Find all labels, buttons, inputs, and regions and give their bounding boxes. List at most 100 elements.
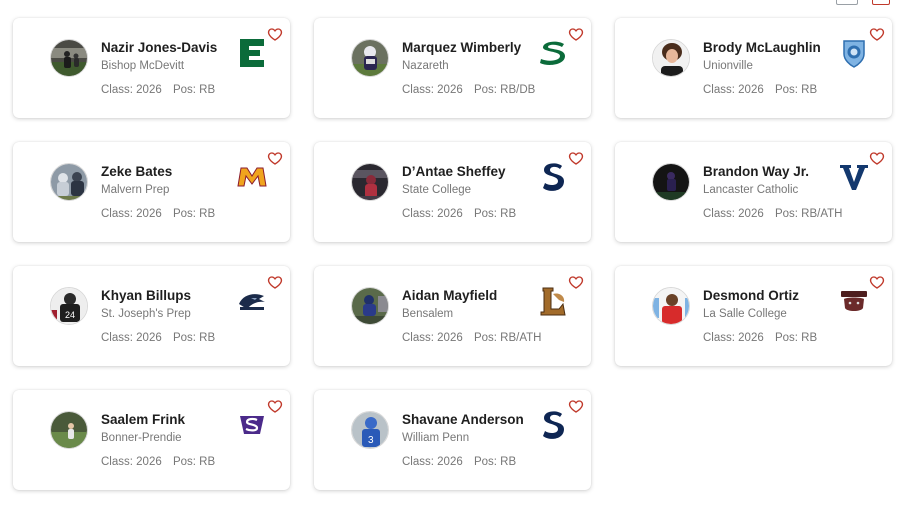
- recruit-card[interactable]: Aidan Mayfield Bensalem Class: 2026 Pos:…: [314, 266, 591, 366]
- heart-icon[interactable]: [568, 26, 584, 42]
- penn-state-s-logo: [536, 160, 570, 194]
- heart-icon[interactable]: [568, 398, 584, 414]
- position-value: RB/DB: [500, 84, 536, 96]
- position-value: RB/ATH: [801, 208, 843, 220]
- position-value: RB: [500, 456, 517, 468]
- recruit-name: Shavane Anderson: [402, 412, 524, 427]
- list-view-icon[interactable]: [836, 0, 858, 5]
- recruit-meta: Class: 2026 Pos: RB/DB: [402, 84, 535, 96]
- recruit-school: Bensalem: [402, 308, 454, 320]
- recruit-school: La Salle College: [703, 308, 787, 320]
- position-value: RB: [199, 332, 216, 344]
- recruit-card[interactable]: Nazir Jones-Davis Bishop McDevitt Class:…: [13, 18, 290, 118]
- position-label: Pos:: [172, 208, 200, 220]
- class-year: 2026: [136, 208, 162, 220]
- avatar: [50, 39, 88, 77]
- recruit-school: Bishop McDevitt: [101, 60, 185, 72]
- position-value: RB: [801, 84, 818, 96]
- position-value: RB: [801, 332, 818, 344]
- position-label: Pos:: [473, 332, 501, 344]
- class-label: Class:: [402, 208, 438, 220]
- recruit-card[interactable]: Zeke Bates Malvern Prep Class: 2026 Pos:…: [13, 142, 290, 242]
- avatar: 3: [351, 411, 389, 449]
- recruit-card[interactable]: Desmond Ortiz La Salle College Class: 20…: [615, 266, 892, 366]
- heart-icon[interactable]: [267, 398, 283, 414]
- recruit-meta: Class: 2026 Pos: RB: [402, 208, 516, 220]
- recruit-meta: Class: 2026 Pos: RB: [101, 84, 215, 96]
- recruit-name: Desmond Ortiz: [703, 288, 800, 303]
- position-label: Pos:: [473, 208, 501, 220]
- recruit-school: William Penn: [402, 432, 470, 444]
- heart-icon[interactable]: [869, 274, 885, 290]
- class-label: Class:: [101, 84, 137, 96]
- position-label: Pos:: [774, 332, 802, 344]
- avatar: [652, 287, 690, 325]
- class-label: Class:: [101, 456, 137, 468]
- recruit-card[interactable]: Saalem Frink Bonner-Prendie Class: 2026 …: [13, 390, 290, 490]
- villanova-v-logo: [837, 160, 871, 194]
- class-year: 2026: [136, 332, 162, 344]
- heart-icon[interactable]: [568, 274, 584, 290]
- recruit-card[interactable]: Brandon Way Jr. Lancaster Catholic Class…: [615, 142, 892, 242]
- stonehill-s-logo: [235, 408, 269, 442]
- position-label: Pos:: [172, 84, 200, 96]
- class-label: Class:: [101, 208, 137, 220]
- view-toggle: [836, 0, 890, 5]
- recruit-name: Khyan Billups: [101, 288, 192, 303]
- position-value: RB: [199, 456, 216, 468]
- recruit-name: Brandon Way Jr.: [703, 164, 810, 179]
- class-year: 2026: [738, 84, 764, 96]
- class-year: 2026: [136, 84, 162, 96]
- recruit-school: Nazareth: [402, 60, 449, 72]
- avatar: [351, 163, 389, 201]
- heart-icon[interactable]: [869, 26, 885, 42]
- svg-text:3: 3: [368, 435, 374, 446]
- avatar: [50, 411, 88, 449]
- class-label: Class:: [402, 84, 438, 96]
- class-year: 2026: [437, 84, 463, 96]
- recruit-meta: Class: 2026 Pos: RB/ATH: [402, 332, 542, 344]
- recruit-name: D’Antae Sheffey: [402, 164, 506, 179]
- recruit-name: Nazir Jones-Davis: [101, 40, 218, 55]
- recruit-school: Lancaster Catholic: [703, 184, 799, 196]
- recruit-card[interactable]: D’Antae Sheffey State College Class: 202…: [314, 142, 591, 242]
- recruit-card[interactable]: Marquez Wimberly Nazareth Class: 2026 Po…: [314, 18, 591, 118]
- class-year: 2026: [437, 208, 463, 220]
- position-label: Pos:: [172, 456, 200, 468]
- recruit-meta: Class: 2026 Pos: RB: [101, 208, 215, 220]
- avatar: 24: [50, 287, 88, 325]
- heart-icon[interactable]: [869, 150, 885, 166]
- position-value: RB/ATH: [500, 332, 542, 344]
- class-year: 2026: [136, 456, 162, 468]
- brown-bear-logo: [837, 284, 871, 318]
- class-year: 2026: [437, 456, 463, 468]
- grid-view-icon[interactable]: [872, 0, 890, 5]
- recruit-name: Brody McLaughlin: [703, 40, 821, 55]
- class-label: Class:: [402, 332, 438, 344]
- position-value: RB: [199, 84, 216, 96]
- class-label: Class:: [402, 456, 438, 468]
- heart-icon[interactable]: [267, 274, 283, 290]
- recruit-name: Marquez Wimberly: [402, 40, 522, 55]
- class-label: Class:: [703, 208, 739, 220]
- recruit-school: Malvern Prep: [101, 184, 170, 196]
- heart-icon[interactable]: [267, 26, 283, 42]
- recruit-school: St. Joseph's Prep: [101, 308, 191, 320]
- class-year: 2026: [437, 332, 463, 344]
- heart-icon[interactable]: [568, 150, 584, 166]
- recruit-name: Zeke Bates: [101, 164, 173, 179]
- avatar: [652, 39, 690, 77]
- class-year: 2026: [738, 332, 764, 344]
- recruit-card[interactable]: 3 Shavane Anderson William Penn Class: 2…: [314, 390, 591, 490]
- recruit-meta: Class: 2026 Pos: RB: [101, 456, 215, 468]
- recruit-card[interactable]: Brody McLaughlin Unionville Class: 2026 …: [615, 18, 892, 118]
- lehigh-l-logo: [536, 284, 570, 318]
- recruit-name: Aidan Mayfield: [402, 288, 498, 303]
- penn-state-s-logo: [536, 408, 570, 442]
- class-year: 2026: [738, 208, 764, 220]
- position-value: RB: [500, 208, 517, 220]
- heart-icon[interactable]: [267, 150, 283, 166]
- eastern-michigan-e-logo: [235, 36, 269, 70]
- recruit-meta: Class: 2026 Pos: RB: [703, 84, 817, 96]
- recruit-card[interactable]: 24 Khyan Billups St. Joseph's Prep Class…: [13, 266, 290, 366]
